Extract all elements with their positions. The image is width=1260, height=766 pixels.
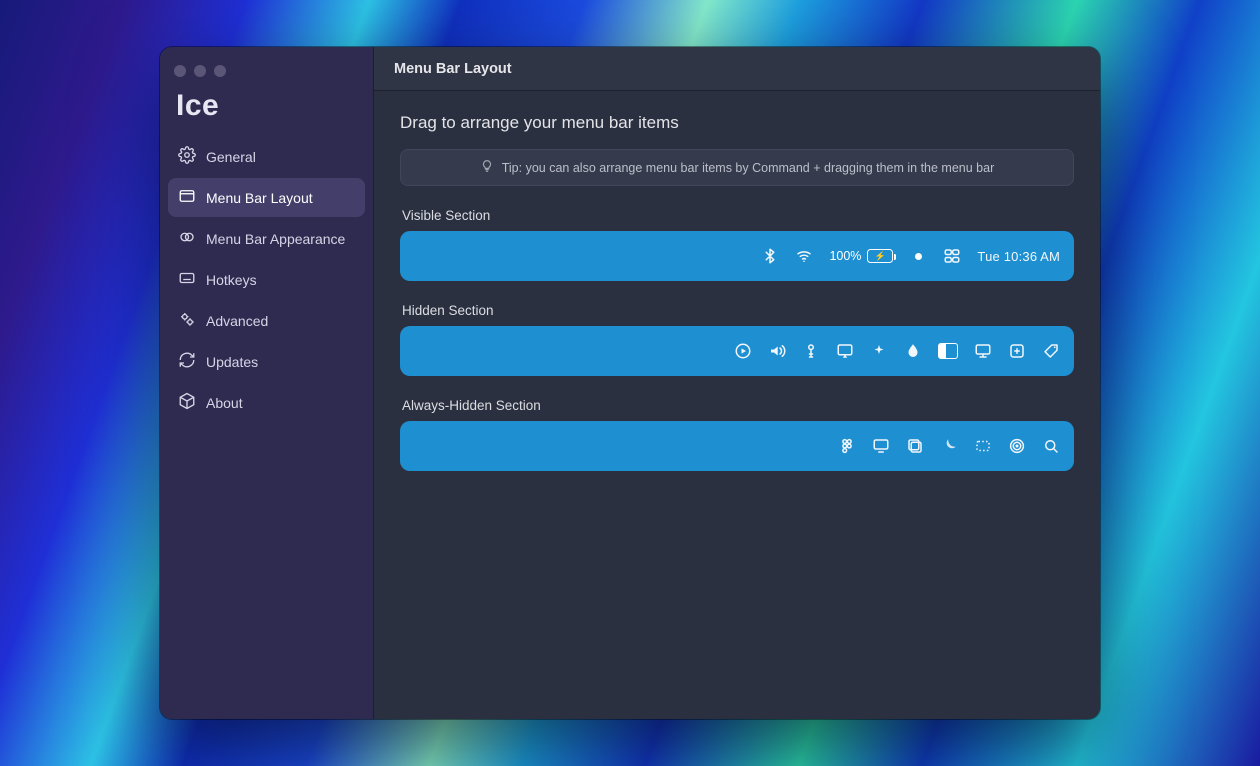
- key-icon[interactable]: [802, 340, 820, 362]
- airdrop-icon[interactable]: [1008, 435, 1026, 457]
- battery-icon: ⚡: [867, 249, 893, 263]
- section-label: Hidden Section: [402, 303, 1074, 318]
- volume-icon[interactable]: [768, 340, 786, 362]
- menubar-section-strip[interactable]: [400, 421, 1074, 471]
- wifi-icon[interactable]: [795, 245, 813, 267]
- drop-icon[interactable]: [904, 340, 922, 362]
- play-circle-icon[interactable]: [734, 340, 752, 362]
- sidebar-item-label: Advanced: [206, 313, 268, 329]
- sidebar-nav: General Menu Bar Layout Menu Bar Appeara…: [160, 137, 373, 422]
- search-icon[interactable]: [1042, 435, 1060, 457]
- control-center-icon[interactable]: [943, 245, 961, 267]
- page-title: Menu Bar Layout: [394, 61, 512, 77]
- display-icon[interactable]: [974, 340, 992, 362]
- airplay-icon[interactable]: [836, 340, 854, 362]
- lightbulb-icon: [480, 159, 494, 176]
- content: Drag to arrange your menu bar items Tip:…: [374, 91, 1100, 719]
- app-window: Ice General Menu Bar Layout Menu Bar App…: [160, 47, 1100, 719]
- zoom-window-dot[interactable]: [214, 65, 226, 77]
- sidebar-item-label: Hotkeys: [206, 272, 257, 288]
- sidebar-item-general[interactable]: General: [168, 137, 365, 176]
- battery-percent: 100%: [829, 249, 861, 263]
- content-heading: Drag to arrange your menu bar items: [400, 113, 1074, 133]
- dotted-rect-icon[interactable]: [974, 435, 992, 457]
- section-label: Always-Hidden Section: [402, 398, 1074, 413]
- sidebar-item-label: General: [206, 149, 256, 165]
- sidebar-item-hotkeys[interactable]: Hotkeys: [168, 260, 365, 299]
- menubar-section-strip[interactable]: [400, 326, 1074, 376]
- sidebar-item-label: Menu Bar Appearance: [206, 231, 345, 247]
- appearance-icon: [178, 228, 196, 249]
- tip-text: Tip: you can also arrange menu bar items…: [502, 161, 995, 175]
- panel-split-icon[interactable]: [938, 340, 958, 362]
- tag-icon[interactable]: [1042, 340, 1060, 362]
- gears-icon: [178, 310, 196, 331]
- menubar-clock[interactable]: Tue 10:36 AM: [977, 245, 1060, 267]
- app-title: Ice: [160, 87, 373, 137]
- monitor-icon[interactable]: [872, 435, 890, 457]
- battery-status[interactable]: 100% ⚡: [829, 245, 893, 267]
- dot-icon[interactable]: [909, 245, 927, 267]
- sidebar-item-label: Updates: [206, 354, 258, 370]
- moon-icon[interactable]: [940, 435, 958, 457]
- figma-icon[interactable]: [838, 435, 856, 457]
- close-window-dot[interactable]: [174, 65, 186, 77]
- section-label: Visible Section: [402, 208, 1074, 223]
- minimize-window-dot[interactable]: [194, 65, 206, 77]
- sidebar-item-label: Menu Bar Layout: [206, 190, 313, 206]
- sidebar-item-updates[interactable]: Updates: [168, 342, 365, 381]
- tip-callout: Tip: you can also arrange menu bar items…: [400, 149, 1074, 186]
- sidebar-item-menu-bar-layout[interactable]: Menu Bar Layout: [168, 178, 365, 217]
- sidebar-item-menu-bar-appearance[interactable]: Menu Bar Appearance: [168, 219, 365, 258]
- main-pane: Menu Bar Layout Drag to arrange your men…: [374, 47, 1100, 719]
- sidebar-item-about[interactable]: About: [168, 383, 365, 422]
- titlebar: Menu Bar Layout: [374, 47, 1100, 91]
- cube-icon: [178, 392, 196, 413]
- windows-stack-icon[interactable]: [906, 435, 924, 457]
- menubar-section-strip[interactable]: 100% ⚡ Tue 10:36 AM: [400, 231, 1074, 281]
- sidebar: Ice General Menu Bar Layout Menu Bar App…: [160, 47, 374, 719]
- layout-icon: [178, 187, 196, 208]
- refresh-icon: [178, 351, 196, 372]
- gear-icon: [178, 146, 196, 167]
- sidebar-item-advanced[interactable]: Advanced: [168, 301, 365, 340]
- plus-square-icon[interactable]: [1008, 340, 1026, 362]
- keyboard-icon: [178, 269, 196, 290]
- window-controls: [160, 57, 373, 87]
- sidebar-item-label: About: [206, 395, 243, 411]
- sparkle-icon[interactable]: [870, 340, 888, 362]
- bluetooth-icon[interactable]: [761, 245, 779, 267]
